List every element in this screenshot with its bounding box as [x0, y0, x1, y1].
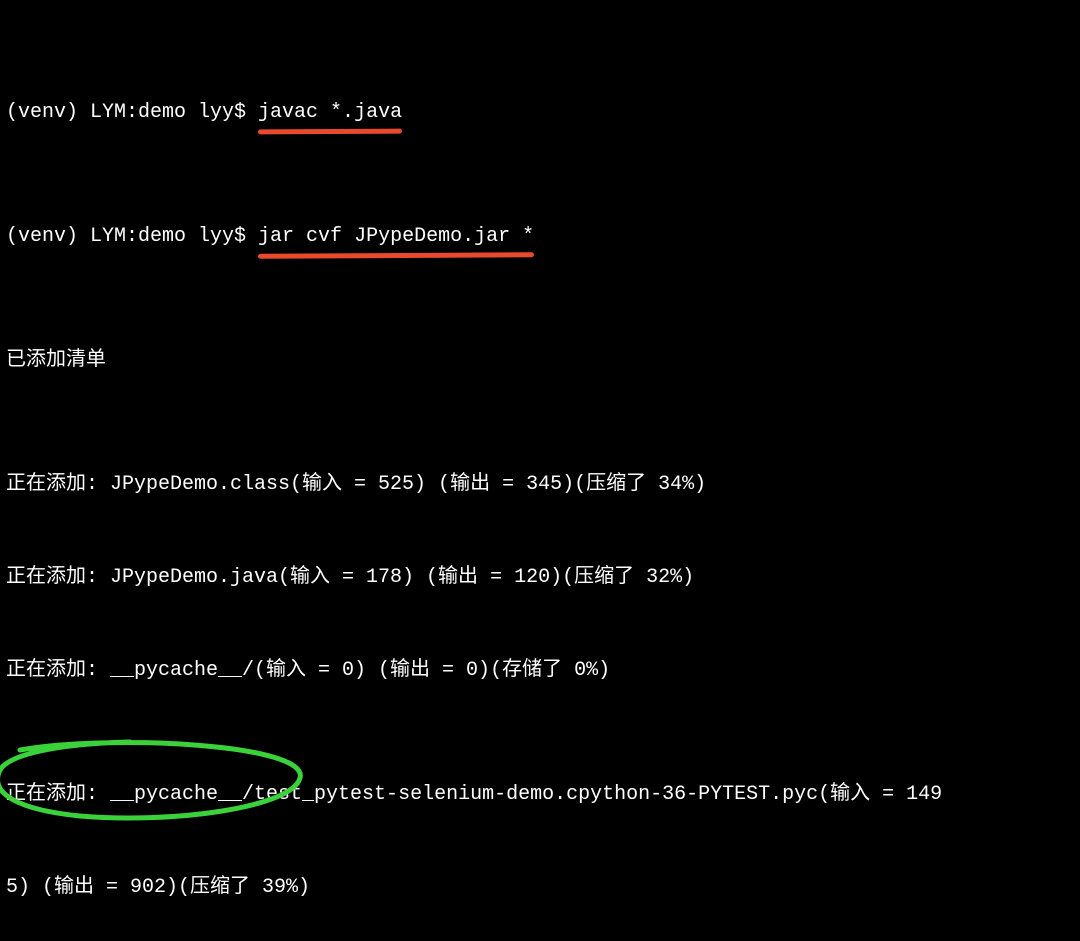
output-add: 正在添加: __pycache__/(输入 = 0) (输出 = 0)(存储了 …	[6, 655, 1074, 686]
command-jar: jar cvf JPypeDemo.jar *	[258, 221, 534, 252]
terminal-line: (venv) LYM:demo lyy$ javac *.java	[6, 97, 1074, 128]
shell-prompt: (venv) LYM:demo lyy$	[6, 225, 258, 248]
terminal-window[interactable]: (venv) LYM:demo lyy$ javac *.java (venv)…	[0, 0, 1080, 941]
output-add: 正在添加: JPypeDemo.class(输入 = 525) (输出 = 34…	[6, 469, 1074, 500]
output-add-cont: 5) (输出 = 902)(压缩了 39%)	[6, 872, 1074, 903]
command-javac: javac *.java	[258, 97, 402, 128]
output-add: 正在添加: JPypeDemo.java(输入 = 178) (输出 = 120…	[6, 562, 1074, 593]
output-add: 正在添加: __pycache__/test_pytest-selenium-d…	[6, 779, 1074, 810]
output-manifest: 已添加清单	[6, 345, 1074, 376]
terminal-line: (venv) LYM:demo lyy$ jar cvf JPypeDemo.j…	[6, 221, 1074, 252]
shell-prompt: (venv) LYM:demo lyy$	[6, 101, 258, 124]
